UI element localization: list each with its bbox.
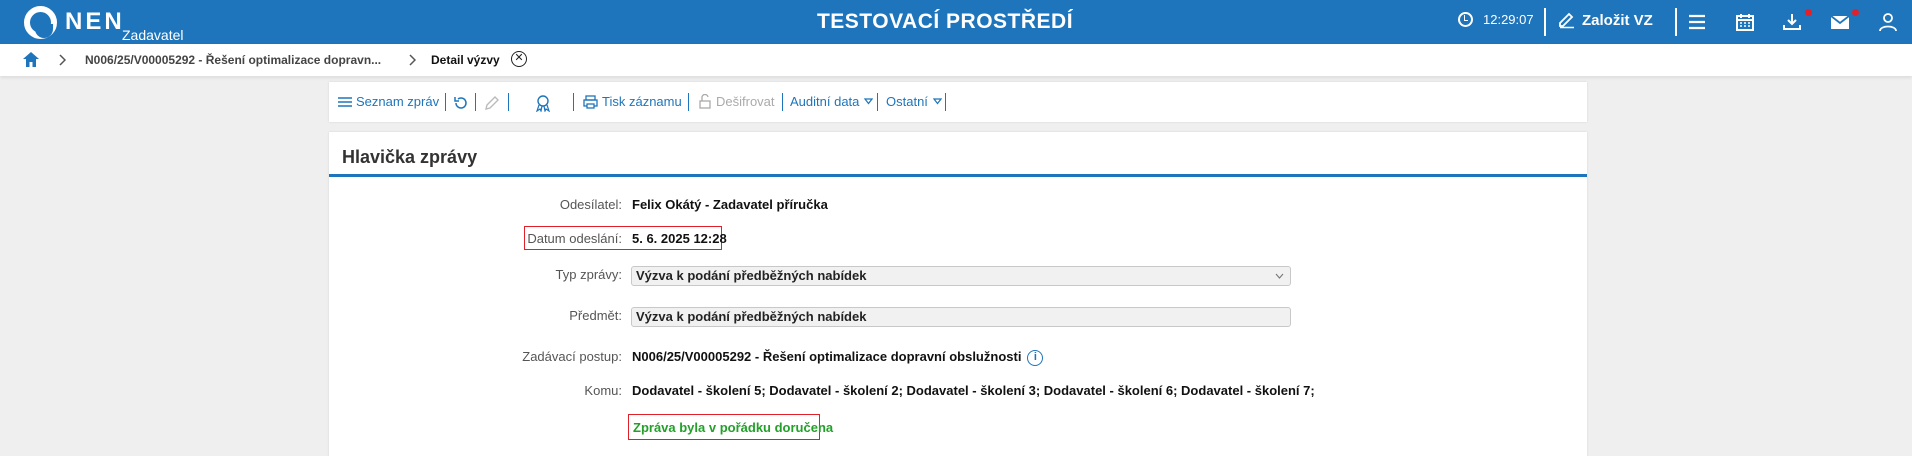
subject-field[interactable]: Výzva k podání předběžných nabídek [631, 307, 1291, 327]
create-tender-label: Založit VZ [1582, 11, 1653, 29]
message-list-button[interactable]: Seznam zpráv [338, 94, 439, 109]
delivery-status: Zpráva byla v pořádku doručena [633, 420, 834, 435]
toolbar-separator [782, 93, 783, 111]
chevron-down-icon [864, 98, 874, 105]
message-type-label: Typ zprávy: [555, 267, 622, 282]
chevron-right-icon [409, 54, 416, 66]
header-divider [1544, 8, 1546, 36]
toolbar-separator [945, 93, 946, 111]
decrypt-button[interactable]: Dešifrovat [698, 94, 775, 109]
message-type-select[interactable]: Výzva k podání předběžných nabídek [631, 266, 1291, 286]
recipients-value: Dodavatel - školení 5; Dodavatel - škole… [632, 383, 1315, 398]
message-list-label: Seznam zpráv [356, 94, 440, 109]
procedure-label: Zadávací postup: [522, 349, 622, 364]
message-type-value: Výzva k podání předběžných nabídek [636, 268, 867, 283]
header-divider [1675, 8, 1677, 36]
chevron-down-icon [932, 98, 942, 105]
printer-icon [583, 94, 598, 109]
breadcrumb: N006/25/V00005292 - Řešení optimalizace … [0, 44, 1912, 76]
decrypt-label: Dešifrovat [716, 94, 775, 109]
clock-time: 12:29:07 [1483, 12, 1534, 27]
top-bar: NEN Zadavatel TESTOVACÍ PROSTŘEDÍ 12:29:… [0, 0, 1912, 44]
clock-icon [1458, 12, 1473, 27]
home-icon[interactable] [22, 51, 40, 68]
print-record-label: Tisk záznamu [602, 94, 682, 109]
edit-icon [1559, 12, 1574, 29]
refresh-icon[interactable] [453, 95, 469, 111]
audit-data-label: Auditní data [790, 94, 860, 109]
mail-icon[interactable] [1829, 11, 1851, 33]
recipients-label: Komu: [584, 383, 622, 398]
sender-label: Odesílatel: [559, 197, 622, 212]
message-header-panel: Hlavička zprávy Odesílatel: Felix Okátý … [329, 132, 1587, 456]
audit-data-dropdown[interactable]: Auditní data [790, 94, 874, 109]
breadcrumb-procedure-link[interactable]: N006/25/V00005292 - Řešení optimalizace … [85, 53, 381, 67]
toolbar-separator [573, 93, 574, 111]
download-icon[interactable] [1781, 11, 1803, 33]
other-dropdown[interactable]: Ostatní [886, 94, 942, 109]
panel-title: Hlavička zprávy [342, 147, 478, 167]
toolbar-separator [475, 93, 476, 111]
procedure-link[interactable]: N006/25/V00005292 - Řešení optimalizace … [632, 349, 1021, 364]
sent-date-label: Datum odeslání: [527, 231, 622, 246]
action-toolbar: Seznam zpráv Tisk záznamu Dešifrovat Aud… [329, 82, 1587, 122]
info-icon[interactable]: i [1027, 349, 1044, 366]
menu-icon[interactable] [1686, 11, 1708, 33]
award-icon[interactable] [534, 94, 552, 112]
toolbar-separator [688, 93, 689, 111]
user-icon[interactable] [1877, 11, 1899, 33]
subject-label: Předmět: [569, 308, 622, 323]
session-clock: 12:29:07 [1458, 12, 1534, 27]
toolbar-separator [508, 93, 509, 111]
sent-date-value: 5. 6. 2025 12:28 [632, 231, 727, 246]
mail-notification-badge [1852, 9, 1859, 16]
unlock-icon [699, 94, 711, 109]
list-icon [338, 96, 352, 107]
sender-value: Felix Okátý - Zadavatel příručka [632, 197, 828, 212]
procedure-value: N006/25/V00005292 - Řešení optimalizace … [632, 349, 1044, 366]
panel-title-rule [329, 174, 1587, 177]
other-label: Ostatní [886, 94, 928, 109]
calendar-icon[interactable] [1734, 11, 1756, 33]
breadcrumb-current: Detail výzvy [431, 53, 500, 67]
subject-value: Výzva k podání předběžných nabídek [636, 309, 867, 324]
chevron-down-icon [1275, 273, 1284, 279]
toolbar-separator [445, 93, 446, 111]
print-record-button[interactable]: Tisk záznamu [583, 94, 682, 109]
create-tender-button[interactable]: Založit VZ [1558, 11, 1653, 29]
download-notification-badge [1805, 9, 1812, 16]
chevron-right-icon [59, 54, 66, 66]
toolbar-separator [877, 93, 878, 111]
close-tab-icon[interactable]: ✕ [511, 51, 527, 67]
edit-icon[interactable] [484, 95, 500, 111]
